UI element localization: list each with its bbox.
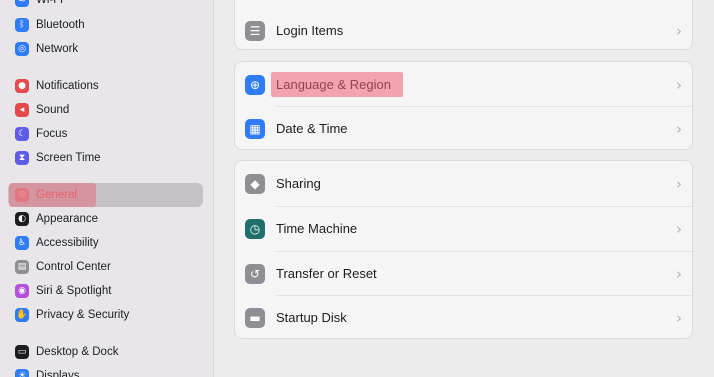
siri-icon: ◉: [15, 284, 29, 298]
settings-row-sharing[interactable]: ◆ Sharing ›: [235, 161, 692, 206]
sidebar-item-label: Privacy & Security: [36, 309, 130, 321]
sharing-icon: ◆: [245, 173, 265, 194]
settings-row-time-machine[interactable]: ◷ Time Machine ›: [235, 206, 692, 251]
sidebar-item-accessibility[interactable]: ♿ Accessibility: [8, 231, 203, 255]
settings-row-label: Time Machine: [276, 221, 358, 236]
settings-group: ⊕ Language & Region › ▦ Date & Time ›: [234, 61, 693, 150]
sidebar-item-desktop-dock[interactable]: ▭ Desktop & Dock: [8, 340, 203, 364]
settings-row-label: Sharing: [276, 176, 321, 191]
settings-row-label: Startup Disk: [276, 310, 347, 325]
sidebar-item-label: Screen Time: [36, 152, 101, 164]
time-machine-icon: ◷: [245, 218, 265, 239]
sidebar-item-bluetooth[interactable]: ᛒ Bluetooth: [8, 13, 203, 37]
network-icon: ◎: [15, 42, 29, 56]
desktop-dock-icon: ▭: [15, 345, 29, 359]
sidebar-item-label: Displays: [36, 370, 80, 377]
settings-row-startup-disk[interactable]: ▬ Startup Disk ›: [235, 295, 692, 338]
settings-group: ☰ Login Items ›: [234, 0, 693, 50]
sidebar-item-notifications[interactable]: ● Notifications: [8, 74, 203, 98]
sidebar-item-screen-time[interactable]: ⧗ Screen Time: [8, 146, 203, 170]
chevron-right-icon: ›: [676, 21, 682, 40]
settings-pane: ◆ Sharing › ◷ Time Machine › ↺ Transfer or Rese…: [214, 0, 714, 377]
sidebar-item-wi-fi[interactable]: ≋ Wi-Fi: [8, 0, 203, 12]
chevron-right-icon: ›: [676, 119, 682, 138]
accessibility-icon: ♿: [15, 236, 29, 250]
settings-group: ◆ Sharing › ◷ Time Machine › ↺ Transfer or Rese…: [234, 160, 693, 339]
wifi-icon: ≋: [15, 0, 29, 7]
sidebar-item-appearance[interactable]: ◐ Appearance: [8, 207, 203, 231]
sidebar: ≋ Wi-Fi ᛒ Bluetooth ◎ Network ● Notifications ◂ S…: [0, 0, 214, 377]
sidebar-item-label: Focus: [36, 128, 68, 140]
focus-icon: ☾: [15, 127, 29, 141]
settings-row-login-items[interactable]: ☰ Login Items ›: [235, 8, 692, 49]
chevron-right-icon: ›: [676, 174, 682, 193]
settings-row-label: Language & Region: [276, 77, 391, 92]
settings-row-label: Transfer or Reset: [276, 266, 377, 281]
globe-icon: ⊕: [245, 74, 265, 95]
sidebar-item-label: General: [36, 189, 77, 201]
sidebar-item-label: Control Center: [36, 261, 111, 273]
chevron-right-icon: ›: [676, 264, 682, 283]
notifications-icon: ●: [15, 79, 29, 93]
sidebar-item-control-center[interactable]: ▤ Control Center: [8, 255, 203, 279]
sidebar-item-label: Bluetooth: [36, 19, 85, 31]
sidebar-item-displays[interactable]: ☀ Displays: [8, 364, 203, 377]
sidebar-item-network[interactable]: ◎ Network: [8, 37, 203, 61]
sidebar-item-label: Siri & Spotlight: [36, 285, 112, 297]
gear-icon: ⚙: [15, 188, 29, 202]
login-items-icon: ☰: [245, 20, 265, 41]
sidebar-item-label: Notifications: [36, 80, 99, 92]
startup-disk-icon: ▬: [245, 307, 265, 328]
chevron-right-icon: ›: [676, 219, 682, 238]
bluetooth-icon: ᛒ: [15, 18, 29, 32]
settings-row-transfer-or-reset[interactable]: ↺ Transfer or Reset ›: [235, 251, 692, 296]
sound-icon: ◂: [15, 103, 29, 117]
sidebar-item-siri-spotlight[interactable]: ◉ Siri & Spotlight: [8, 279, 203, 303]
displays-icon: ☀: [15, 369, 29, 377]
screen-time-icon: ⧗: [15, 151, 29, 165]
calendar-clock-icon: ▦: [245, 118, 265, 139]
sidebar-item-label: Appearance: [36, 213, 99, 225]
sidebar-item-label: Network: [36, 43, 79, 55]
sidebar-item-label: Wi-Fi: [36, 0, 63, 6]
sidebar-item-label: Desktop & Dock: [36, 346, 119, 358]
settings-row-date-time[interactable]: ▦ Date & Time ›: [235, 106, 692, 149]
settings-row-language-region[interactable]: ⊕ Language & Region ›: [235, 62, 692, 107]
reset-icon: ↺: [245, 263, 265, 284]
sidebar-item-label: Accessibility: [36, 237, 99, 249]
chevron-right-icon: ›: [676, 308, 682, 327]
settings-row-label: Date & Time: [276, 121, 348, 136]
sidebar-item-sound[interactable]: ◂ Sound: [8, 98, 203, 122]
chevron-right-icon: ›: [676, 75, 682, 94]
sidebar-item-privacy-security[interactable]: ✋ Privacy & Security: [8, 303, 203, 327]
sidebar-item-general[interactable]: ⚙ General: [8, 183, 203, 207]
privacy-hand-icon: ✋: [15, 308, 29, 322]
sidebar-item-focus[interactable]: ☾ Focus: [8, 122, 203, 146]
settings-row-label: Login Items: [276, 23, 344, 38]
sidebar-item-label: Sound: [36, 104, 70, 116]
appearance-icon: ◐: [15, 212, 29, 226]
control-center-icon: ▤: [15, 260, 29, 274]
